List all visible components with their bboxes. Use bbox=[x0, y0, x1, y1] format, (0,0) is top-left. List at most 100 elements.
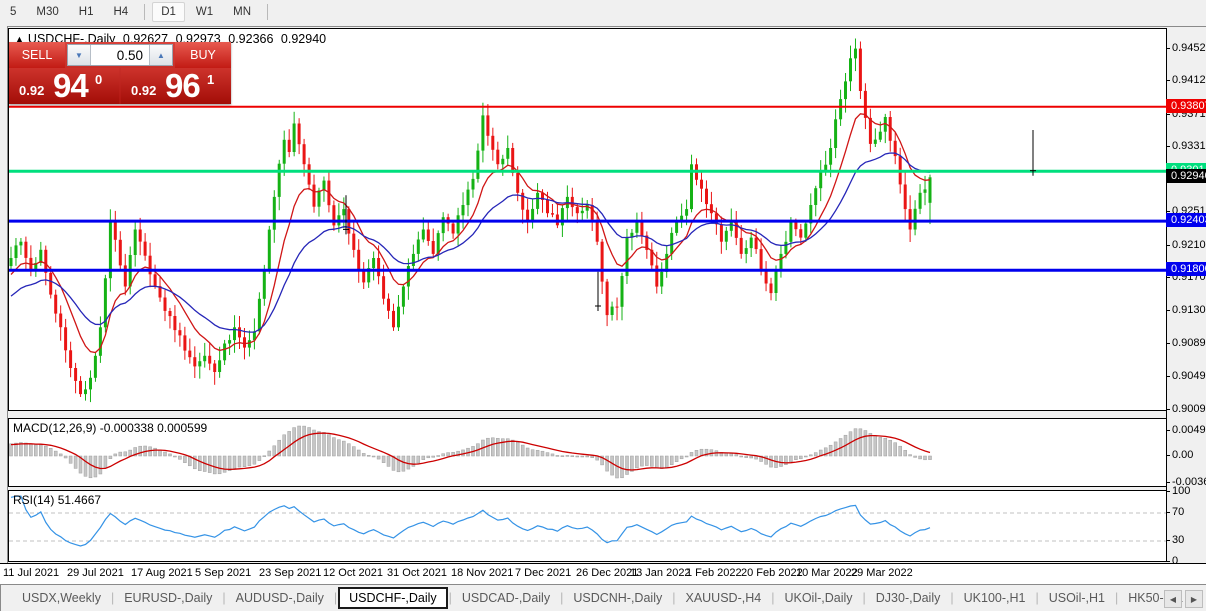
tab-separator: | bbox=[672, 591, 676, 605]
price-tick-label: 0.90490 bbox=[1172, 370, 1206, 382]
tab-separator: | bbox=[862, 591, 866, 605]
date-label: 12 Oct 2021 bbox=[323, 567, 383, 579]
date-label: 7 Dec 2021 bbox=[515, 567, 572, 579]
price-level-label: 0.92403 bbox=[1166, 213, 1206, 227]
axis-tick-mark bbox=[1166, 561, 1170, 562]
tab-separator: | bbox=[448, 591, 452, 605]
tab-audusd[interactable]: AUDUSD-,Daily bbox=[227, 588, 333, 608]
timeframe-button-h1[interactable]: H1 bbox=[70, 2, 103, 22]
volume-decrease-icon[interactable]: ▼ bbox=[68, 45, 90, 65]
price-axis[interactable]: 0.945200.941200.937100.933100.929100.925… bbox=[1166, 0, 1206, 584]
axis-tick-mark bbox=[1166, 376, 1170, 377]
tab-bar-lead bbox=[0, 585, 13, 611]
axis-tick-mark bbox=[1166, 48, 1170, 49]
ohlc-low: 0.92366 bbox=[228, 32, 274, 46]
axis-tick-mark bbox=[1166, 80, 1170, 81]
price-level-label: 0.91800 bbox=[1166, 262, 1206, 276]
tab-usdchf[interactable]: USDCHF-,Daily bbox=[338, 587, 448, 609]
tab-separator: | bbox=[110, 591, 115, 605]
macd-indicator-pane[interactable]: MACD(12,26,9) -0.000338 0.000599 bbox=[8, 418, 1167, 487]
toolbar-separator bbox=[144, 4, 146, 20]
macd-value: -0.000338 bbox=[99, 421, 154, 435]
axis-tick-mark bbox=[1166, 430, 1170, 431]
tab-scroll-right-icon[interactable]: ▶ bbox=[1185, 590, 1203, 608]
volume-increase-icon[interactable]: ▲ bbox=[150, 45, 172, 65]
timeframe-button-h4[interactable]: H4 bbox=[104, 2, 137, 22]
timeframe-button-mn[interactable]: MN bbox=[224, 2, 260, 22]
buy-button[interactable]: BUY bbox=[175, 42, 231, 68]
buy-price-tile[interactable]: 0.92 96 1 bbox=[121, 67, 231, 104]
tab-dj30[interactable]: DJ30-,Daily bbox=[867, 588, 950, 608]
tab-separator: | bbox=[560, 591, 564, 605]
date-label: 17 Aug 2021 bbox=[131, 567, 193, 579]
buy-price-big: 96 bbox=[165, 67, 201, 104]
price-level-label: 0.93807 bbox=[1166, 99, 1206, 113]
volume-input[interactable]: 0.50 bbox=[90, 45, 150, 65]
price-chart-pane[interactable]: ▲ USDCHF-,Daily 0.92627 0.92973 0.92366 0… bbox=[8, 28, 1167, 411]
timeframe-button-w1[interactable]: W1 bbox=[187, 2, 222, 22]
price-tick-label: 0.90090 bbox=[1172, 403, 1206, 415]
axis-tick-mark bbox=[1166, 211, 1170, 212]
one-click-trading-panel: SELL ▼ 0.50 ▲ BUY 0.92 94 0 0.92 96 1 bbox=[9, 42, 231, 104]
sell-price-tile[interactable]: 0.92 94 0 bbox=[9, 67, 119, 104]
macd-tick-label: 0.00 bbox=[1172, 449, 1194, 461]
rsi-indicator-pane[interactable]: RSI(14) 51.4667 bbox=[8, 490, 1167, 562]
price-tick-label: 0.94520 bbox=[1172, 42, 1206, 54]
buy-price-pip: 1 bbox=[207, 72, 215, 87]
tab-separator: | bbox=[222, 591, 226, 605]
axis-tick-mark bbox=[1166, 512, 1170, 513]
tab-separator: | bbox=[1035, 591, 1039, 605]
timeframe-button-5[interactable]: 5 bbox=[1, 2, 25, 22]
date-label: 23 Sep 2021 bbox=[259, 567, 322, 579]
toolbar-separator bbox=[267, 4, 269, 20]
rsi-tick-label: 30 bbox=[1172, 534, 1185, 546]
timeframe-button-m30[interactable]: M30 bbox=[27, 2, 67, 22]
time-axis[interactable]: 11 Jul 2021 29 Jul 2021 17 Aug 2021 5 Sep 2… bbox=[0, 563, 1206, 585]
date-label: 13 Jan 2022 bbox=[630, 567, 691, 579]
axis-tick-mark bbox=[1166, 114, 1170, 115]
tab-usoil[interactable]: USOil-,H1 bbox=[1040, 588, 1114, 608]
rsi-label: RSI(14) 51.4667 bbox=[13, 493, 102, 507]
price-tick-label: 0.94120 bbox=[1172, 74, 1206, 86]
rsi-value: 51.4667 bbox=[57, 493, 102, 507]
timeframe-toolbar: 5 M30 H1 H4 D1 W1 MN bbox=[0, 0, 1206, 24]
axis-tick-mark bbox=[1166, 455, 1170, 456]
date-label: 20 Feb 2022 bbox=[741, 567, 803, 579]
mt4-terminal: { "toolbar": {"items": [ {"label": "5"},… bbox=[0, 0, 1206, 611]
date-label: 31 Oct 2021 bbox=[387, 567, 447, 579]
tab-scroll-left-icon[interactable]: ◀ bbox=[1164, 590, 1182, 608]
tab-usdx[interactable]: USDX,Weekly bbox=[13, 588, 110, 608]
timeframe-button-d1[interactable]: D1 bbox=[152, 2, 185, 22]
tab-separator: | bbox=[1114, 591, 1119, 605]
tab-separator: | bbox=[950, 591, 954, 605]
date-label: 11 Jul 2021 bbox=[3, 567, 60, 579]
macd-signal-value: 0.000599 bbox=[157, 421, 208, 435]
price-tick-label: 0.93310 bbox=[1172, 140, 1206, 152]
axis-tick-mark bbox=[1166, 343, 1170, 344]
date-label: 18 Nov 2021 bbox=[451, 567, 514, 579]
tab-scroll-buttons: ◀ ▶ bbox=[1164, 590, 1203, 608]
axis-tick-mark bbox=[1166, 245, 1170, 246]
rsi-tick-label: 100 bbox=[1172, 485, 1191, 497]
price-tick-label: 0.92100 bbox=[1172, 239, 1206, 251]
date-label: 29 Jul 2021 bbox=[67, 567, 124, 579]
tab-usdcad[interactable]: USDCAD-,Daily bbox=[453, 588, 559, 608]
axis-tick-mark bbox=[1166, 491, 1170, 492]
chart-tab-bar: USDX,Weekly | EURUSD-,Daily | AUDUSD-,Daily |… bbox=[0, 584, 1206, 611]
ohlc-close: 0.92940 bbox=[280, 32, 327, 46]
tab-separator: | bbox=[771, 591, 775, 605]
sell-price-prefix: 0.92 bbox=[19, 83, 45, 98]
tab-ukoil[interactable]: UKOil-,Daily bbox=[775, 588, 861, 608]
axis-tick-mark bbox=[1166, 540, 1170, 541]
sell-price-big: 94 bbox=[53, 67, 89, 104]
tab-xauusd[interactable]: XAUUSD-,H4 bbox=[676, 588, 770, 608]
macd-tick-label: 0.004926 bbox=[1172, 424, 1206, 436]
tab-usdcnh[interactable]: USDCNH-,Daily bbox=[564, 588, 671, 608]
axis-tick-mark bbox=[1166, 310, 1170, 311]
tab-uk100[interactable]: UK100-,H1 bbox=[955, 588, 1035, 608]
date-label: 1 Feb 2022 bbox=[686, 567, 742, 579]
sell-button[interactable]: SELL bbox=[9, 42, 65, 68]
tab-eurusd[interactable]: EURUSD-,Daily bbox=[115, 588, 221, 608]
date-label: 29 Mar 2022 bbox=[851, 567, 913, 579]
axis-tick-mark bbox=[1166, 482, 1170, 483]
